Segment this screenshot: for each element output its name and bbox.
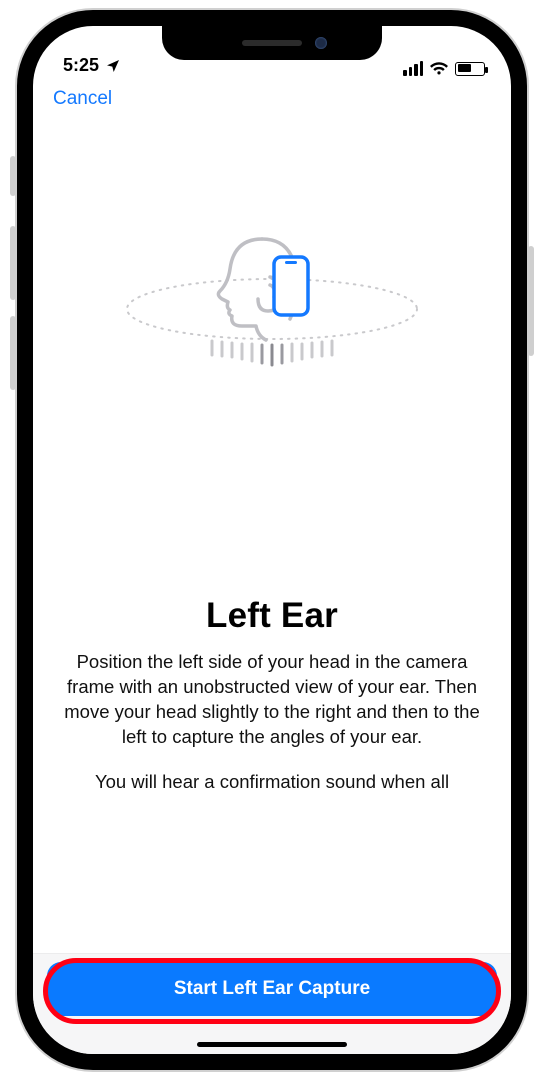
status-time: 5:25	[63, 55, 99, 76]
status-right	[403, 61, 485, 76]
home-indicator-area	[33, 1034, 511, 1054]
battery-icon	[455, 62, 485, 76]
confirmation-text: You will hear a confirmation sound when …	[61, 770, 483, 795]
volume-up-button	[10, 226, 16, 300]
home-indicator[interactable]	[197, 1042, 347, 1047]
content-section: Left Ear Position the left side of your …	[33, 596, 511, 795]
start-capture-button-label: Start Left Ear Capture	[174, 978, 370, 1000]
notch	[162, 26, 382, 60]
instructions-text: Position the left side of your head in t…	[61, 650, 483, 750]
mute-switch	[10, 156, 16, 196]
phone-device-frame: 5:25 Cancel	[17, 10, 527, 1070]
button-row: Start Left Ear Capture	[33, 953, 511, 1034]
cellular-signal-icon	[403, 61, 423, 76]
start-capture-button[interactable]: Start Left Ear Capture	[47, 962, 497, 1016]
status-left: 5:25	[63, 55, 121, 76]
wifi-icon	[429, 61, 449, 76]
front-camera	[315, 37, 327, 49]
speaker-grille	[242, 40, 302, 46]
illustration-area	[33, 116, 511, 486]
nav-bar: Cancel	[33, 78, 511, 116]
orbit-illustration-svg	[112, 201, 432, 401]
side-button	[528, 246, 534, 356]
location-arrow-icon	[105, 58, 121, 74]
ear-capture-illustration	[112, 201, 432, 401]
cancel-button[interactable]: Cancel	[53, 88, 112, 109]
phone-outline-icon	[274, 257, 308, 315]
screen: 5:25 Cancel	[33, 26, 511, 1054]
volume-down-button	[10, 316, 16, 390]
page-title: Left Ear	[61, 596, 483, 636]
